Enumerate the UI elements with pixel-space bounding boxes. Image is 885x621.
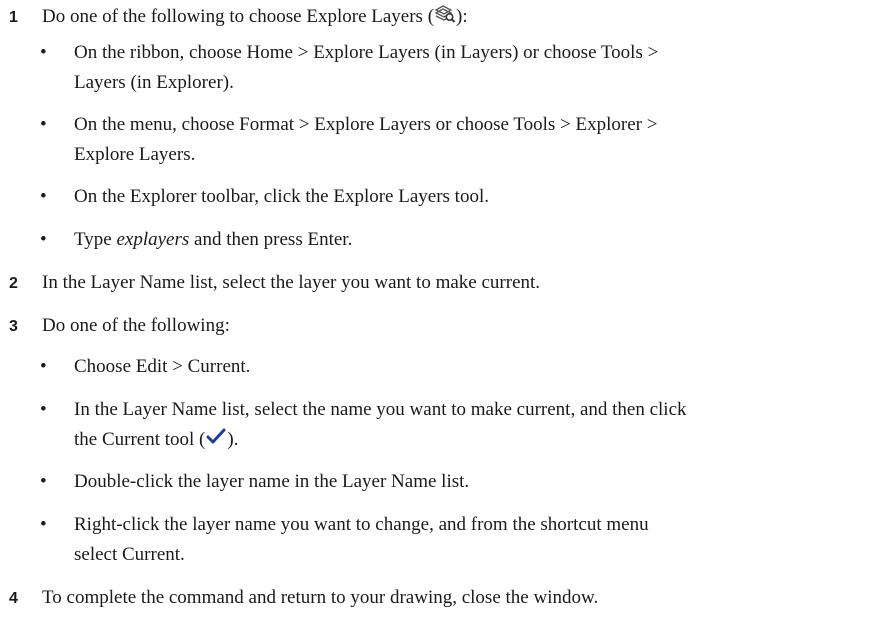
bullet-text-cont: Explore Layers. [74, 144, 196, 165]
bullet-text-cont: Layers (in Explorer). [74, 72, 234, 93]
bullet-text-after: ). [227, 429, 239, 450]
bullet-dot: • [40, 399, 47, 420]
procedure-page: 1 Do one of the following to choose Expl… [0, 0, 885, 621]
bullet-text: On the ribbon, choose Home > Explore Lay… [74, 42, 659, 63]
bullet-dot: • [40, 229, 47, 250]
step-text: Do one of the following to choose Explor… [42, 2, 468, 32]
checkmark-icon [205, 426, 227, 455]
command-name: explayers [116, 229, 190, 250]
bullet-text-before: the Current tool ( [74, 429, 206, 450]
bullet-dot: • [40, 356, 47, 377]
step-text: Do one of the following: [42, 315, 230, 336]
bullet-dot: • [40, 471, 47, 492]
bullet-text-cont: the Current tool ( ). [74, 425, 238, 455]
bullet-dot: • [40, 114, 47, 135]
bullet-text: In the Layer Name list, select the name … [74, 399, 687, 420]
step-text-before: Do one of the following to choose Explor… [42, 6, 435, 27]
step-number: 3 [9, 318, 18, 335]
bullet-text-cont: select Current. [74, 544, 185, 565]
bullet-text: On the menu, choose Format > Explore Lay… [74, 114, 658, 135]
step-text-after: ): [456, 6, 468, 27]
step-number: 4 [9, 590, 18, 607]
bullet-text: Double-click the layer name in the Layer… [74, 471, 470, 492]
bullet-dot: • [40, 514, 47, 535]
bullet-text: On the Explorer toolbar, click the Explo… [74, 186, 489, 207]
bullet-text: Right-click the layer name you want to c… [74, 514, 649, 535]
bullet-text: Type explayers and then press Enter. [74, 225, 352, 254]
bullet-dot: • [40, 186, 47, 207]
bullet-text-after: and then press Enter. [189, 229, 353, 250]
step-number: 1 [9, 9, 18, 26]
step-text: In the Layer Name list, select the layer… [42, 272, 541, 293]
explore-layers-icon [434, 3, 456, 32]
step-text: To complete the command and return to yo… [42, 587, 599, 608]
step-number: 2 [9, 275, 18, 292]
bullet-text-before: Type [74, 229, 117, 250]
bullet-text: Choose Edit > Current. [74, 356, 251, 377]
bullet-dot: • [40, 42, 47, 63]
